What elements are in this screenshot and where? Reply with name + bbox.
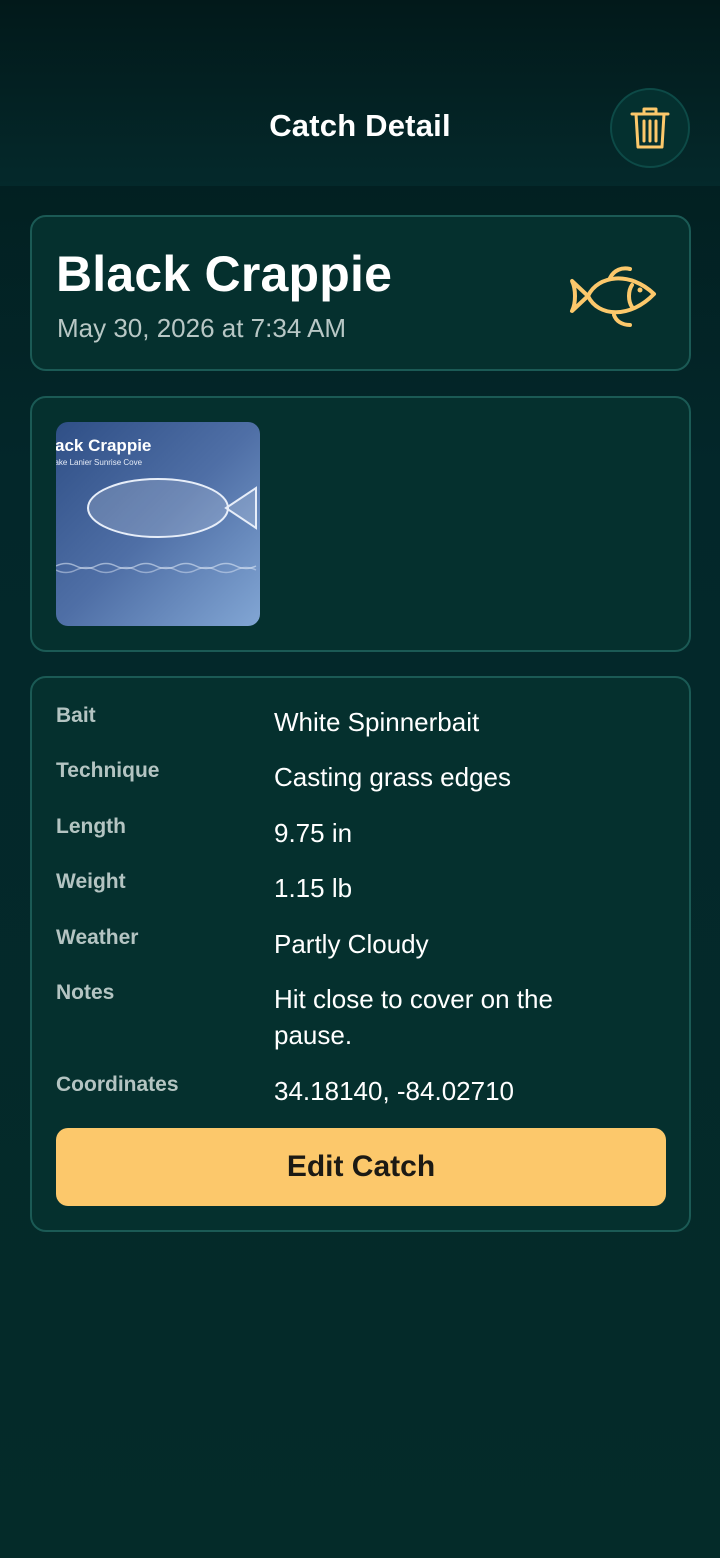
- detail-label: Coordinates: [56, 1073, 179, 1096]
- photo-caption-title: Black Crappie: [56, 436, 152, 455]
- species-name: Black Crappie: [56, 246, 393, 302]
- detail-label: Bait: [56, 704, 96, 727]
- delete-catch-button[interactable]: [610, 88, 690, 168]
- edit-catch-button[interactable]: Edit Catch: [56, 1128, 666, 1206]
- detail-label: Technique: [56, 759, 160, 782]
- detail-value: Hit close to cover on the pause.: [274, 984, 553, 1050]
- detail-value: Casting grass edges: [274, 762, 512, 792]
- detail-label: Weather: [56, 926, 139, 949]
- catch-summary-card: Black Crappie May 30, 2026 at 7:34 AM: [30, 215, 691, 371]
- catch-date: May 30, 2026 at 7:34 AM: [57, 313, 347, 343]
- detail-value: 34.18140, -84.02710: [274, 1076, 514, 1106]
- trash-icon: [630, 107, 670, 149]
- detail-value: White Spinnerbait: [274, 707, 480, 737]
- photo-caption-location: Lake Lanier Sunrise Cove: [56, 458, 143, 467]
- catch-detail-screen: Catch Detail Black Crappie May 30, 2026 …: [0, 0, 720, 1558]
- detail-label: Weight: [56, 870, 126, 893]
- catch-photo-thumbnail[interactable]: Black Crappie Lake Lanier Sunrise Cove: [56, 422, 260, 626]
- fish-icon: [570, 266, 656, 327]
- detail-value: 9.75 in: [274, 818, 353, 848]
- detail-label: Notes: [56, 981, 115, 1004]
- detail-label: Length: [56, 815, 126, 838]
- detail-value: Partly Cloudy: [274, 929, 429, 959]
- photo-gallery-card: Black Crappie Lake Lanier Sunrise Cove: [30, 396, 691, 652]
- navigation-header: Catch Detail: [0, 0, 720, 186]
- detail-value: 1.15 lb: [274, 873, 353, 903]
- catch-details-card: Bait White Spinnerbait Technique Casting…: [30, 676, 691, 1232]
